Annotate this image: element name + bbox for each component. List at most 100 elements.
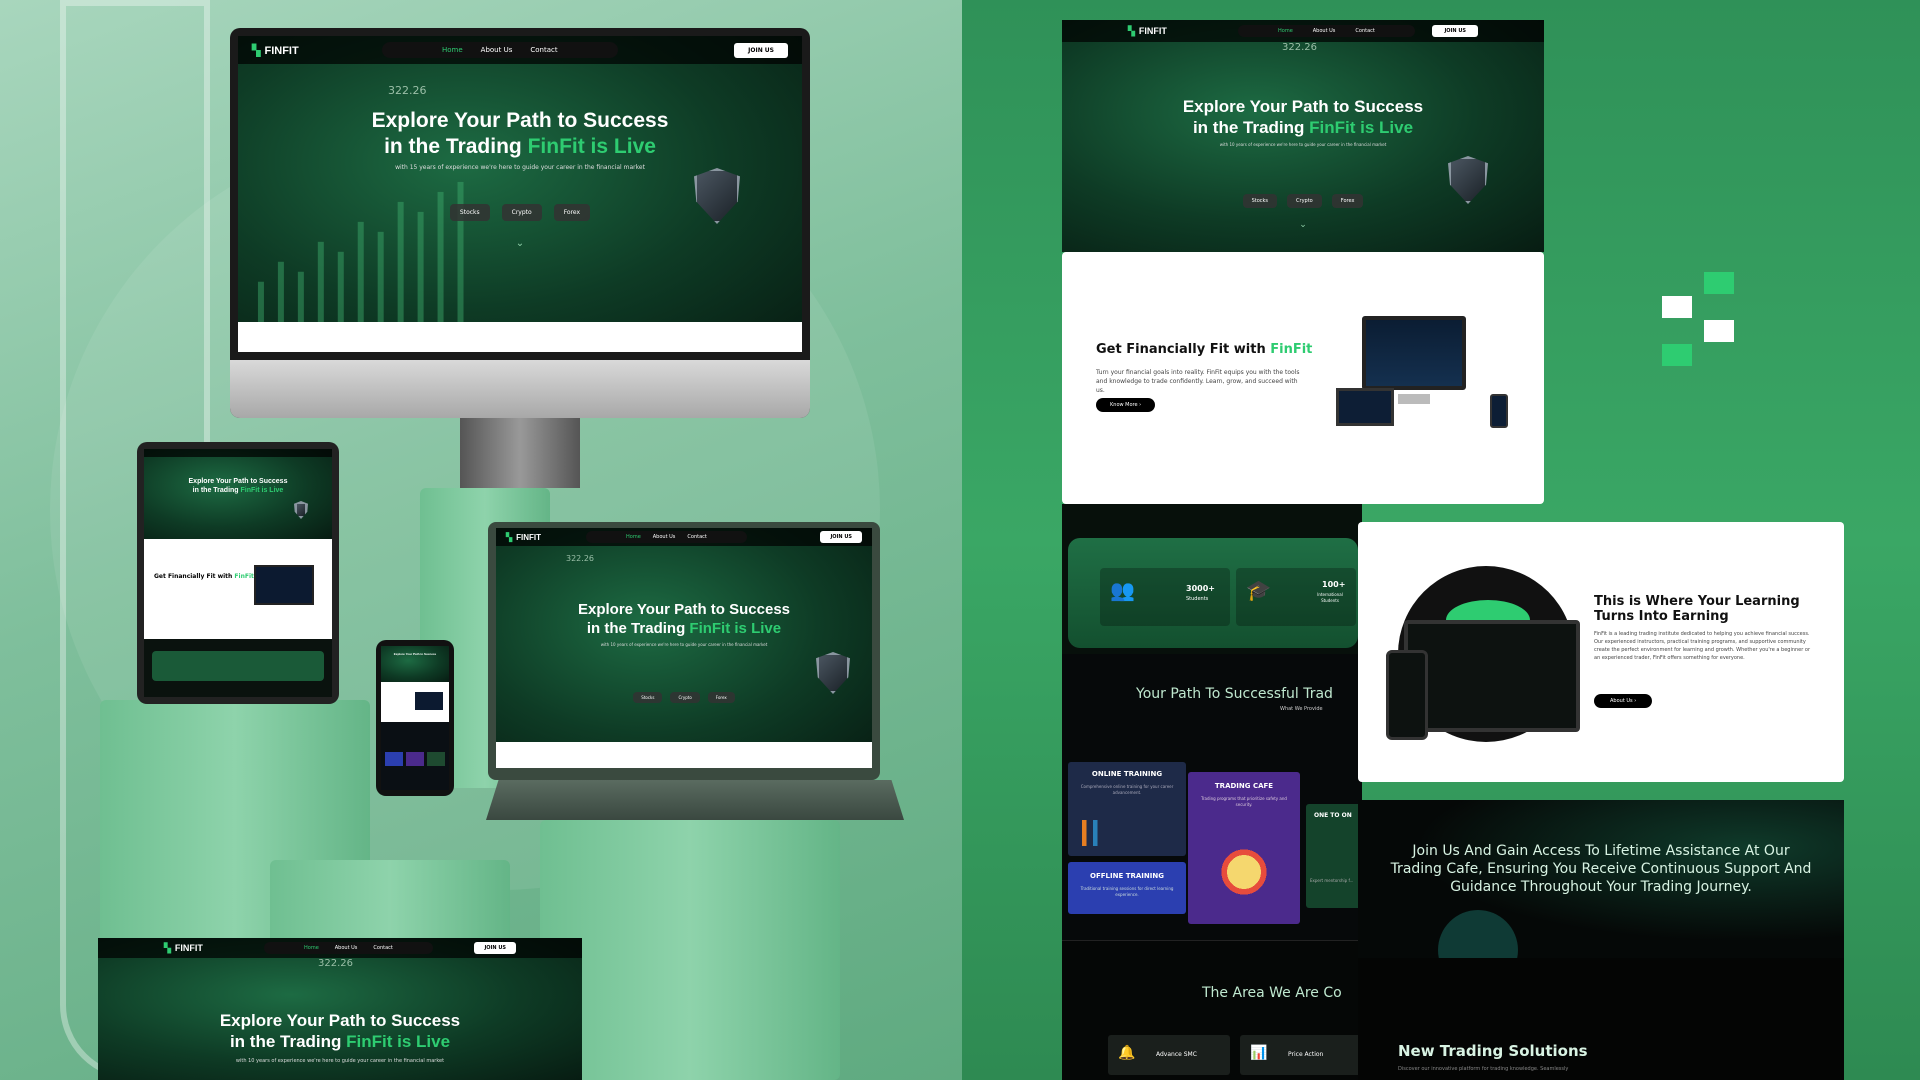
service-cafe-desc: Trading programs that prioritize safety … bbox=[1201, 796, 1287, 807]
phone-device-image bbox=[415, 692, 443, 710]
bottom-left-screen: ▚ FINFIT Home About Us Contact JOIN US 32… bbox=[98, 938, 582, 1080]
fit-section-panel: Get Financially Fit with FinFit Turn you… bbox=[1062, 252, 1544, 504]
nav-links: Home About Us Contact bbox=[382, 42, 618, 58]
area-title: The Area We Are Co bbox=[1202, 985, 1342, 1001]
laptop-nav-about[interactable]: About Us bbox=[653, 534, 676, 540]
bottom-title-prefix: in the Trading bbox=[229, 1032, 347, 1051]
laptop-logo[interactable]: ▚ FINFIT bbox=[506, 533, 586, 542]
right-hero-title: Explore Your Path to Success in the Trad… bbox=[1062, 96, 1544, 138]
scroll-down-icon[interactable]: ⌄ bbox=[238, 238, 802, 249]
about-title-line1: This is Where Your Learning bbox=[1594, 594, 1800, 609]
solutions-title: New Trading Solutions bbox=[1398, 1042, 1588, 1060]
stat-international-value: 100+ bbox=[1322, 580, 1346, 589]
right-chip-forex[interactable]: Forex bbox=[1331, 194, 1364, 208]
tablet-hero-title: Explore Your Path to Success in the Trad… bbox=[144, 477, 332, 495]
bottom-logo[interactable]: ▚ FINFIT bbox=[164, 943, 264, 954]
area-item-price-action[interactable]: 📊 Price Action bbox=[1240, 1035, 1362, 1075]
service-card-offline[interactable]: OFFLINE TRAINING Traditional training se… bbox=[1068, 862, 1186, 914]
right-hero-subtitle: with 10 years of experience we're here t… bbox=[1219, 142, 1387, 147]
join-button[interactable]: JOIN US bbox=[734, 42, 788, 58]
tablet-stats-section bbox=[144, 639, 332, 697]
bottom-nav-about[interactable]: About Us bbox=[335, 945, 358, 951]
join-circle-decor bbox=[1438, 910, 1518, 958]
solutions-section: New Trading Solutions Discover our innov… bbox=[1358, 958, 1844, 1080]
about-dashboard-laptop bbox=[1404, 620, 1580, 732]
chip-forex[interactable]: Forex bbox=[553, 204, 591, 221]
students-group-icon: 👥 bbox=[1110, 578, 1135, 602]
phone-card-1 bbox=[385, 752, 403, 766]
graduates-icon: 🎓 bbox=[1246, 578, 1271, 602]
hero-title-accent: FinFit is Live bbox=[527, 135, 656, 158]
phone-card-2 bbox=[406, 752, 424, 766]
laptop-hero-chips: Stocks Crypto Forex bbox=[496, 692, 872, 703]
fit-title: Get Financially Fit with FinFit bbox=[1096, 342, 1312, 357]
service-card-one-to-one[interactable]: ONE TO ON Expert mentorship f... bbox=[1306, 804, 1362, 908]
bottom-nav-home[interactable]: Home bbox=[304, 945, 319, 951]
logo-text: FINFIT bbox=[264, 44, 299, 57]
laptop-chip-stocks[interactable]: Stocks bbox=[633, 692, 663, 703]
about-us-button[interactable]: About Us › bbox=[1594, 694, 1653, 708]
laptop-chip-forex[interactable]: Forex bbox=[707, 692, 735, 703]
bottom-hero-subtitle: with 10 years of experience we're here t… bbox=[235, 1058, 445, 1064]
hero-chips: Stocks Crypto Forex bbox=[238, 204, 802, 221]
hero-title-line1: Explore Your Path to Success bbox=[371, 109, 669, 132]
bottom-ticker: 322.26 bbox=[318, 958, 353, 969]
right-logo[interactable]: ▚ FINFIT bbox=[1128, 26, 1238, 37]
laptop-logo-mark-icon: ▚ bbox=[506, 532, 513, 542]
right-nav-contact[interactable]: Contact bbox=[1355, 28, 1374, 34]
service-online-title: ONLINE TRAINING bbox=[1091, 770, 1163, 778]
right-logo-text: FINFIT bbox=[1138, 25, 1167, 36]
price-action-icon: 📊 bbox=[1250, 1045, 1268, 1061]
fit-laptop-image bbox=[1336, 388, 1394, 426]
right-nav-about[interactable]: About Us bbox=[1313, 28, 1336, 34]
chip-stocks[interactable]: Stocks bbox=[449, 204, 490, 221]
tablet-title-line1: Explore Your Path to Success bbox=[188, 478, 288, 485]
laptop-nav-contact[interactable]: Contact bbox=[687, 534, 706, 540]
area-item-advance-smc[interactable]: 🔔 Advance SMC bbox=[1108, 1035, 1230, 1075]
bottom-join-button[interactable]: JOIN US bbox=[474, 942, 516, 954]
service-offline-desc: Traditional training sessions for direct… bbox=[1080, 886, 1174, 897]
tablet-title-accent: FinFit is Live bbox=[240, 487, 284, 494]
logo[interactable]: ▚ FINFIT bbox=[252, 44, 372, 57]
hero-title-prefix: in the Trading bbox=[384, 135, 528, 158]
monitor-stand bbox=[460, 418, 580, 488]
about-us-label: About Us bbox=[1610, 698, 1633, 704]
right-title-prefix: in the Trading bbox=[1192, 118, 1310, 137]
hero-title: Explore Your Path to Success in the Trad… bbox=[238, 108, 802, 160]
bottom-title-line2: in the Trading FinFit is Live bbox=[98, 1031, 582, 1052]
service-cafe-title: TRADING CAFE bbox=[1214, 782, 1274, 790]
chip-crypto[interactable]: Crypto bbox=[501, 204, 542, 221]
service-online-desc: Comprehensive online training for your c… bbox=[1080, 784, 1174, 795]
right-nav-home[interactable]: Home bbox=[1278, 28, 1293, 34]
right-scroll-down-icon[interactable]: ⌄ bbox=[1062, 220, 1544, 230]
bottom-nav: ▚ FINFIT Home About Us Contact JOIN US bbox=[98, 938, 582, 958]
right-chip-crypto[interactable]: Crypto bbox=[1287, 194, 1322, 208]
bottom-nav-contact[interactable]: Contact bbox=[373, 945, 392, 951]
fit-monitor-stand bbox=[1398, 394, 1430, 404]
right-chip-stocks[interactable]: Stocks bbox=[1242, 194, 1278, 208]
right-title-line2: in the Trading FinFit is Live bbox=[1062, 117, 1544, 138]
stat-students-value: 3000+ bbox=[1186, 584, 1215, 593]
nav-about[interactable]: About Us bbox=[481, 46, 513, 54]
about-section-panel: This is Where Your Learning Turns Into E… bbox=[1358, 522, 1844, 782]
laptop-screen: ▚ FINFIT Home About Us Contact JOIN US 32… bbox=[496, 528, 872, 768]
service-card-trading-cafe[interactable]: TRADING CAFE Trading programs that prior… bbox=[1188, 772, 1300, 924]
nav-contact[interactable]: Contact bbox=[530, 46, 557, 54]
service-card-online[interactable]: ONLINE TRAINING Comprehensive online tra… bbox=[1068, 762, 1186, 856]
logo-mark-icon: ▚ bbox=[252, 44, 261, 57]
about-title: This is Where Your Learning Turns Into E… bbox=[1594, 594, 1800, 624]
monitor-chin bbox=[230, 360, 810, 418]
right-join-button[interactable]: JOIN US bbox=[1432, 25, 1478, 37]
laptop-nav-links: Home About Us Contact bbox=[586, 531, 747, 543]
area-section: The Area We Are Co 🔔 Advance SMC 📊 Price… bbox=[1062, 940, 1362, 1080]
tablet-fit-section: Get Financially Fit with FinFit bbox=[144, 539, 332, 639]
tablet-nav bbox=[144, 449, 332, 457]
laptop-chip-crypto[interactable]: Crypto bbox=[670, 692, 700, 703]
laptop-nav-home[interactable]: Home bbox=[626, 534, 641, 540]
know-more-button[interactable]: Know More › bbox=[1096, 398, 1156, 412]
nav-home[interactable]: Home bbox=[442, 46, 463, 54]
area-price-label: Price Action bbox=[1288, 1051, 1324, 1058]
monitor-screen: ▚ FINFIT Home About Us Contact JOIN US 32… bbox=[238, 36, 802, 352]
laptop-join-button[interactable]: JOIN US bbox=[820, 531, 862, 543]
laptop-title-accent: FinFit is Live bbox=[689, 620, 782, 637]
